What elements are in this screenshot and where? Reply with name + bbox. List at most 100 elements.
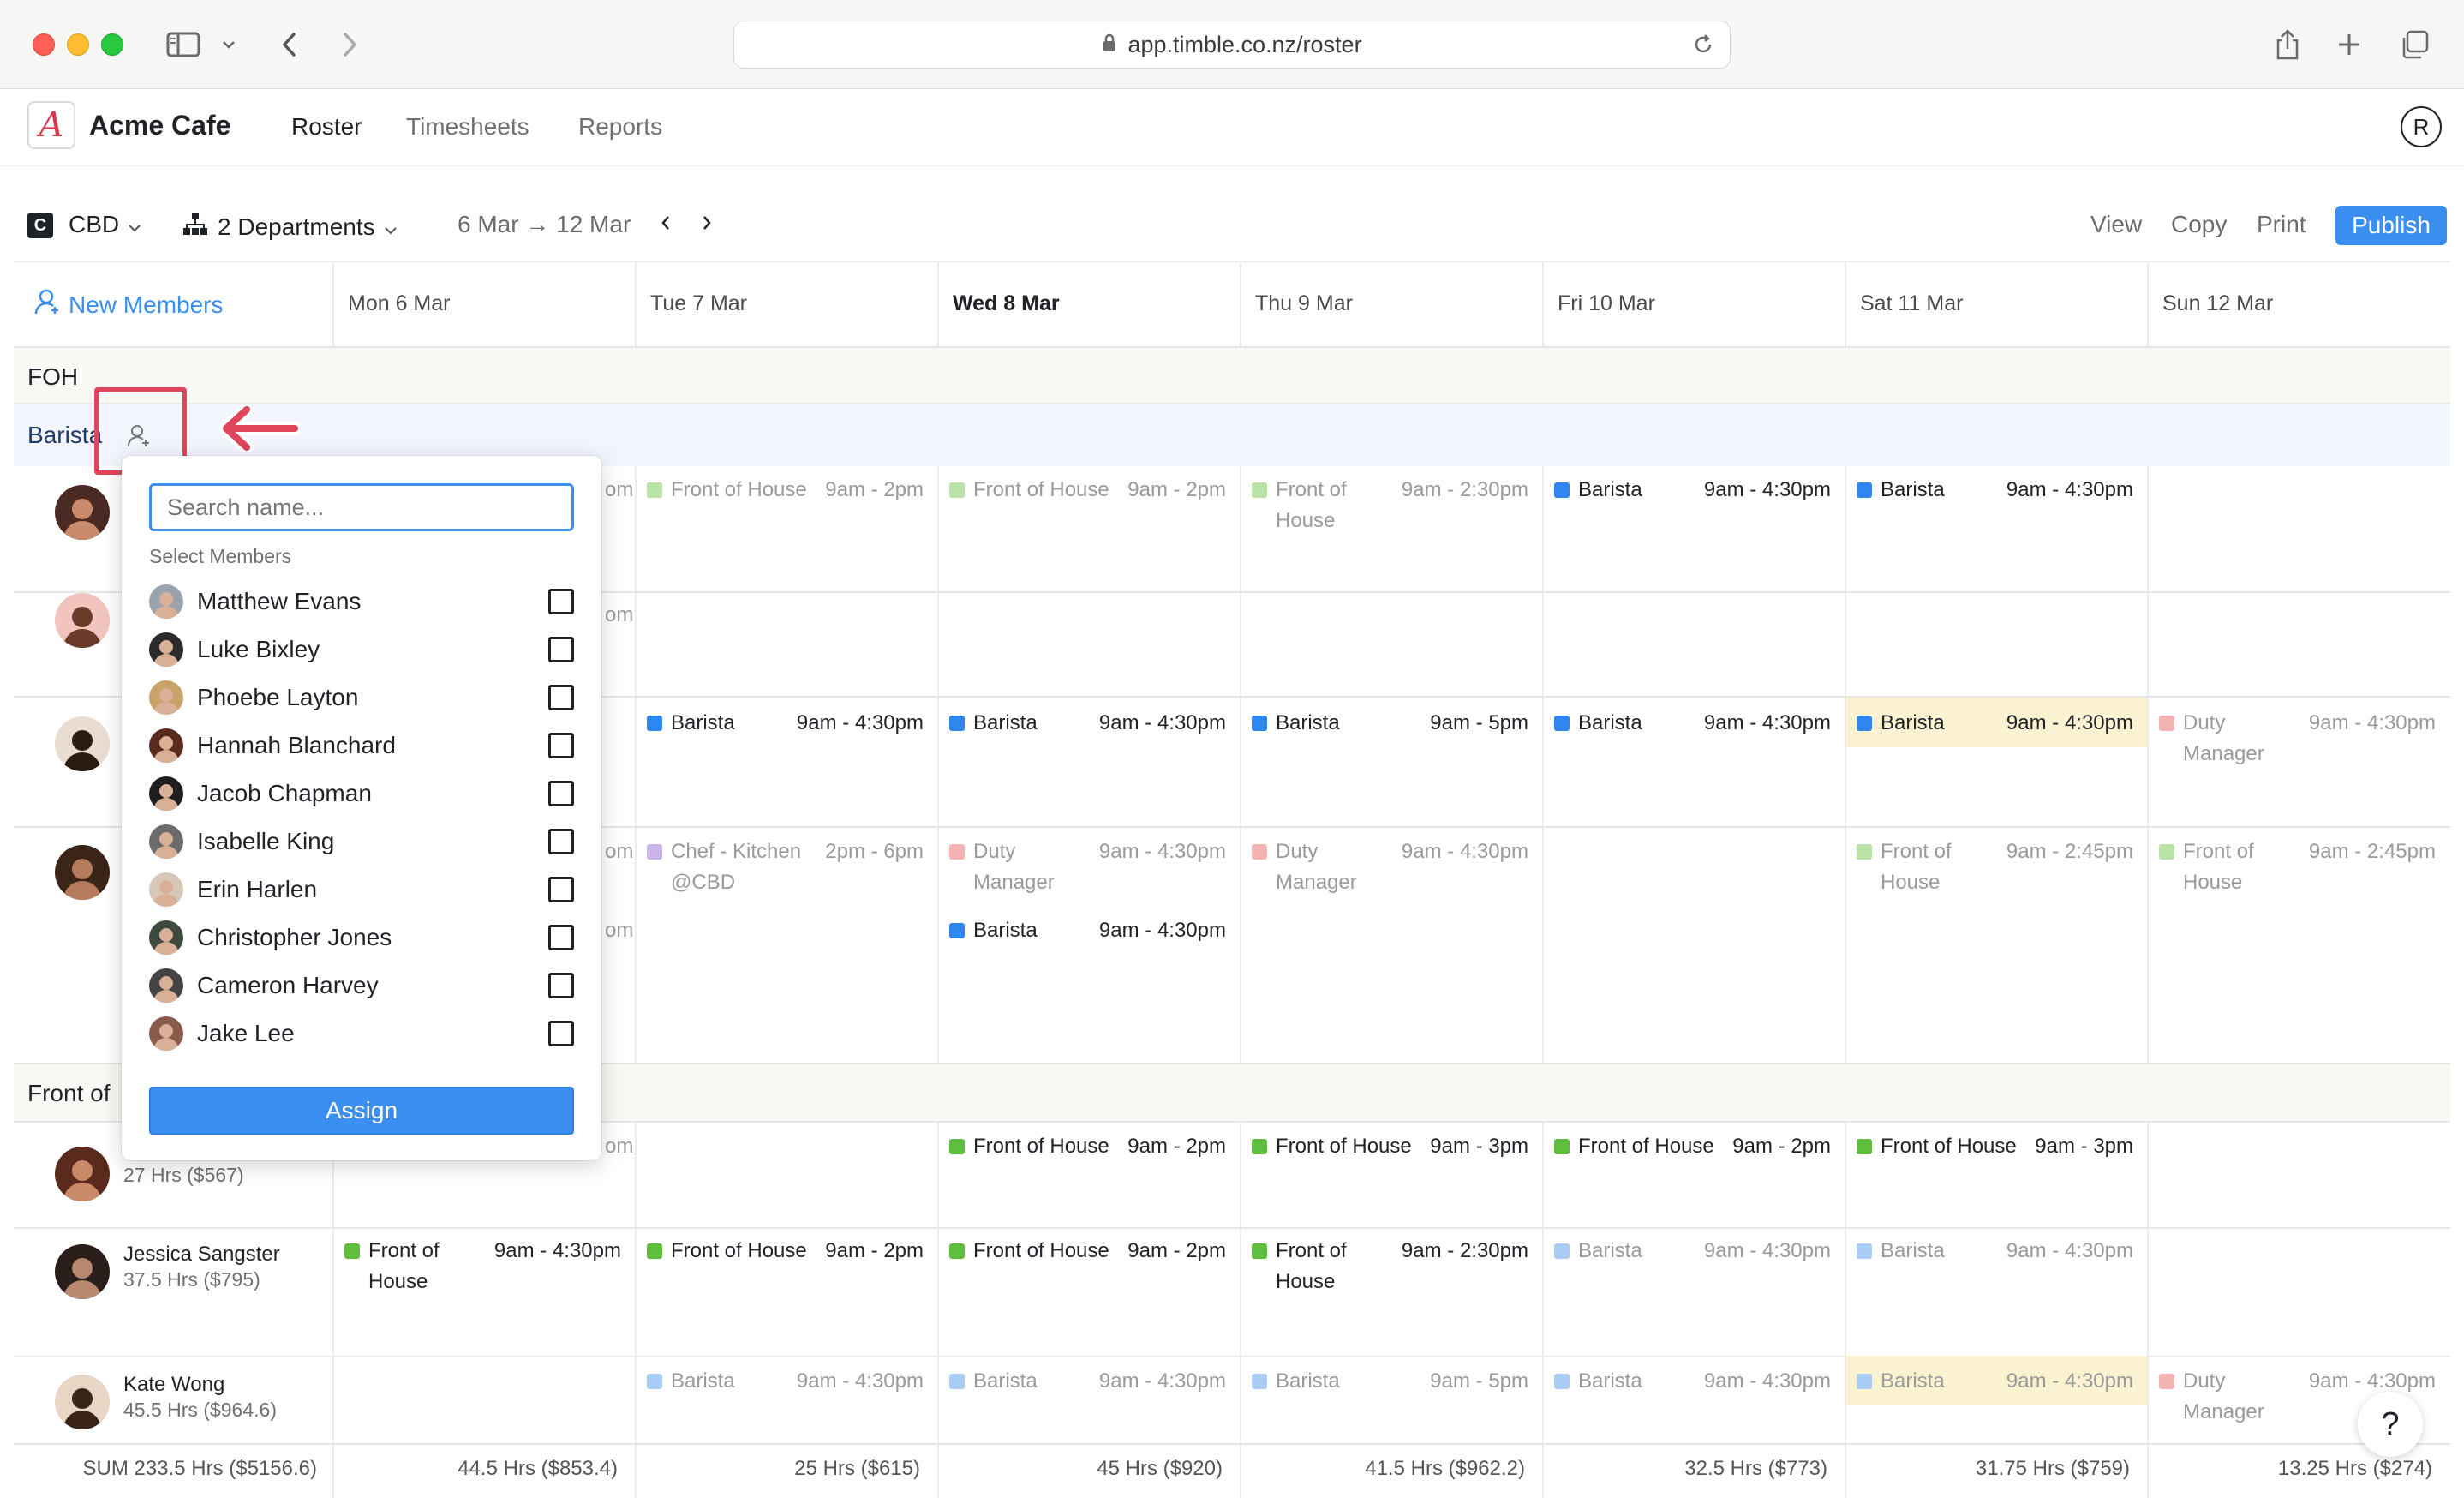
employee-avatar[interactable] xyxy=(55,593,110,648)
shift-card[interactable]: Barista 9am - 4:30pm xyxy=(647,1366,924,1397)
share-icon[interactable] xyxy=(2270,24,2305,65)
shift-card[interactable]: Front of House 9am - 2:30pm xyxy=(1252,1236,1528,1297)
employee-avatar[interactable] xyxy=(55,1244,110,1299)
day-header[interactable]: Tue 7 Mar xyxy=(650,291,747,316)
day-header[interactable]: Mon 6 Mar xyxy=(348,291,450,316)
publish-button[interactable]: Publish xyxy=(2335,206,2447,245)
member-option[interactable]: Christopher Jones xyxy=(149,914,574,962)
forward-icon[interactable] xyxy=(332,24,367,65)
employee-avatar[interactable] xyxy=(55,1375,110,1429)
shift-card[interactable]: Front of House 9am - 2:30pm xyxy=(1252,475,1528,536)
member-checkbox[interactable] xyxy=(548,637,574,662)
employee-avatar[interactable] xyxy=(55,1147,110,1201)
new-members-button[interactable]: New Members xyxy=(34,288,223,321)
shift-role-line2: House xyxy=(1881,871,1941,894)
employee-avatar[interactable] xyxy=(55,845,110,900)
shift-card[interactable]: Barista 9am - 4:30pm xyxy=(1857,1236,2133,1267)
shift-card[interactable]: Barista 9am - 4:30pm xyxy=(1857,1366,2133,1397)
shift-card[interactable]: Front of House 9am - 2pm xyxy=(647,1236,924,1267)
member-option[interactable]: Luke Bixley xyxy=(149,626,574,674)
shift-card[interactable]: Barista 9am - 4:30pm xyxy=(1554,1236,1831,1267)
day-header[interactable]: Sat 11 Mar xyxy=(1860,291,1963,316)
day-header[interactable]: Fri 10 Mar xyxy=(1558,291,1655,316)
shift-card[interactable]: Barista 9am - 4:30pm xyxy=(1554,1366,1831,1397)
nav-timesheets[interactable]: Timesheets xyxy=(406,113,529,141)
member-checkbox[interactable] xyxy=(548,733,574,758)
assign-button[interactable]: Assign xyxy=(149,1087,574,1135)
user-avatar[interactable]: R xyxy=(2401,106,2442,147)
shift-card[interactable]: Front of House 9am - 2pm xyxy=(949,475,1226,506)
copy-button[interactable]: Copy xyxy=(2171,211,2227,238)
help-button[interactable]: ? xyxy=(2358,1392,2423,1457)
shift-card[interactable]: Chef - Kitchen @CBD 2pm - 6pm xyxy=(647,836,924,898)
member-checkbox[interactable] xyxy=(548,829,574,854)
new-tab-icon[interactable] xyxy=(2332,24,2366,65)
member-option[interactable]: Jake Lee xyxy=(149,1010,574,1058)
shift-card[interactable]: Front of House 9am - 3pm xyxy=(1857,1131,2133,1162)
member-option[interactable]: Phoebe Layton xyxy=(149,674,574,722)
shift-card[interactable]: Front of House 9am - 4:30pm xyxy=(344,1236,621,1297)
view-button[interactable]: View xyxy=(2090,211,2142,238)
reload-icon[interactable] xyxy=(1692,33,1714,62)
shift-card[interactable]: Front of House 9am - 2:45pm xyxy=(1857,836,2133,898)
member-checkbox[interactable] xyxy=(548,781,574,806)
shift-card[interactable]: Barista 9am - 4:30pm xyxy=(1857,475,2133,506)
shift-card[interactable]: Barista 9am - 4:30pm xyxy=(949,915,1226,946)
search-name-input[interactable] xyxy=(149,483,574,531)
member-checkbox[interactable] xyxy=(548,685,574,710)
url-bar[interactable]: app.timble.co.nz/roster xyxy=(733,21,1731,69)
member-option[interactable]: Matthew Evans xyxy=(149,578,574,626)
shift-card[interactable]: Barista 9am - 5pm xyxy=(1252,1366,1528,1397)
shift-card[interactable]: Duty Manager 9am - 4:30pm xyxy=(949,836,1226,898)
shift-card[interactable]: Front of House 9am - 2pm xyxy=(949,1131,1226,1162)
shift-card[interactable]: Duty Manager 9am - 4:30pm xyxy=(1252,836,1528,898)
prev-week-button[interactable] xyxy=(660,211,672,238)
close-window-button[interactable] xyxy=(33,33,55,56)
nav-roster[interactable]: Roster xyxy=(291,113,362,141)
print-button[interactable]: Print xyxy=(2257,211,2306,238)
member-option[interactable]: Cameron Harvey xyxy=(149,962,574,1010)
location-select[interactable]: CBD xyxy=(69,211,141,238)
tabs-overview-icon[interactable] xyxy=(2395,24,2433,65)
departments-select[interactable]: 2 Departments xyxy=(182,211,398,243)
shift-card[interactable]: Front of House 9am - 2pm xyxy=(1554,1131,1831,1162)
day-header[interactable]: Sun 12 Mar xyxy=(2162,291,2273,316)
shift-card[interactable]: Front of House 9am - 3pm xyxy=(1252,1131,1528,1162)
member-option[interactable]: Erin Harlen xyxy=(149,866,574,914)
employee-avatar[interactable] xyxy=(55,716,110,771)
member-option[interactable]: Jacob Chapman xyxy=(149,770,574,818)
member-checkbox[interactable] xyxy=(548,1021,574,1046)
shift-card[interactable]: Barista 9am - 4:30pm xyxy=(949,708,1226,739)
member-checkbox[interactable] xyxy=(548,589,574,614)
employee-name[interactable]: Jessica Sangster xyxy=(123,1243,280,1267)
member-option[interactable]: Isabelle King xyxy=(149,818,574,866)
nav-reports[interactable]: Reports xyxy=(578,113,662,141)
maximize-window-button[interactable] xyxy=(101,33,123,56)
member-checkbox[interactable] xyxy=(548,877,574,902)
back-icon[interactable] xyxy=(272,24,307,65)
shift-card[interactable]: Barista 9am - 4:30pm xyxy=(1554,475,1831,506)
shift-card[interactable]: Barista 9am - 5pm xyxy=(1252,708,1528,739)
employee-name[interactable]: Kate Wong xyxy=(123,1373,224,1397)
next-week-button[interactable] xyxy=(701,211,713,238)
member-option[interactable]: Hannah Blanchard xyxy=(149,722,574,770)
member-avatar xyxy=(149,680,183,715)
minimize-window-button[interactable] xyxy=(67,33,89,56)
shift-card[interactable]: Barista 9am - 4:30pm xyxy=(1857,708,2133,739)
sidebar-icon[interactable] xyxy=(163,24,204,65)
company-logo[interactable]: A xyxy=(27,101,75,149)
shift-card[interactable]: Front of House 9am - 2:45pm xyxy=(2159,836,2436,898)
shift-card[interactable]: Barista 9am - 4:30pm xyxy=(1554,708,1831,739)
shift-card[interactable]: Barista 9am - 4:30pm xyxy=(647,708,924,739)
shift-card[interactable]: Duty Manager 9am - 4:30pm xyxy=(2159,708,2436,770)
chevron-down-icon[interactable] xyxy=(216,24,242,65)
shift-card[interactable]: Barista 9am - 4:30pm xyxy=(949,1366,1226,1397)
shift-role: Front of xyxy=(1276,1239,1347,1262)
member-checkbox[interactable] xyxy=(548,925,574,950)
day-header[interactable]: Thu 9 Mar xyxy=(1255,291,1353,316)
day-header[interactable]: Wed 8 Mar xyxy=(953,291,1060,316)
shift-card[interactable]: Front of House 9am - 2pm xyxy=(949,1236,1226,1267)
employee-avatar[interactable] xyxy=(55,485,110,540)
member-checkbox[interactable] xyxy=(548,973,574,998)
shift-card[interactable]: Front of House 9am - 2pm xyxy=(647,475,924,506)
